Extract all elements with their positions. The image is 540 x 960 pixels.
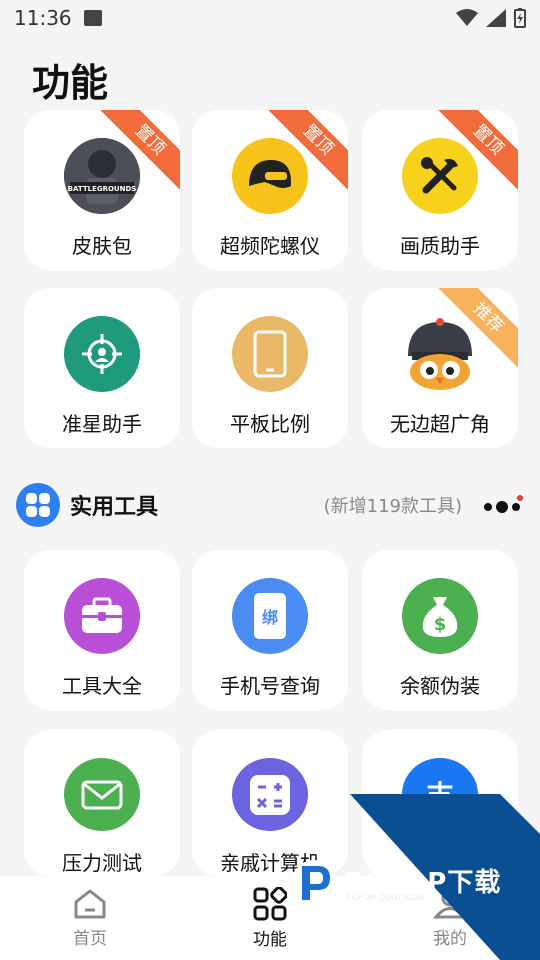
pcpop-logo-icon (292, 860, 336, 904)
tools-count: (新增119款工具) (323, 496, 462, 517)
tool-card-phone-lookup[interactable]: 绑 手机号查询 (192, 550, 348, 710)
svg-text:BATTLEGROUNDS: BATTLEGROUNDS (68, 185, 137, 193)
tool-label: 手机号查询 (220, 674, 320, 698)
feature-card-tablet-ratio[interactable]: 平板比例 (192, 288, 348, 448)
feature-label: 超频陀螺仪 (220, 234, 320, 258)
svg-text:绑: 绑 (262, 608, 278, 627)
feature-card-wide-angle[interactable]: 推荐 无边超广角 (362, 288, 518, 448)
bird-helmet-icon (402, 316, 478, 392)
battery-icon (514, 8, 526, 28)
feature-label: 画质助手 (400, 234, 480, 258)
feature-label: 皮肤包 (72, 234, 132, 258)
section-title: 实用工具 (70, 495, 159, 520)
wifi-icon (456, 9, 478, 26)
signal-icon (486, 9, 506, 27)
tablet-icon (232, 316, 308, 392)
watermark-sub: PCPOP Download (346, 893, 424, 903)
svg-text:$: $ (434, 614, 447, 635)
nav-label: 首页 (73, 928, 107, 949)
tools-icon (402, 138, 478, 214)
page-title: 功能 (32, 61, 109, 105)
toolbox-icon (64, 578, 140, 654)
status-time: 11:36 (14, 6, 72, 30)
status-bar: 11:36 (0, 0, 540, 36)
mail-icon (64, 758, 140, 831)
money-bag-icon: $ (402, 578, 478, 654)
tools-section-header: 实用工具 (新增119款工具) (16, 482, 526, 528)
status-icons (456, 8, 526, 28)
feature-label: 平板比例 (230, 412, 310, 436)
calculator-icon (232, 758, 308, 831)
tool-card-toolbox[interactable]: 工具大全 (24, 550, 180, 710)
tool-card-relative-calc[interactable]: 亲戚计算机 (192, 730, 348, 876)
feature-label: 准星助手 (62, 412, 142, 436)
tool-label: 余额伪装 (400, 674, 480, 698)
apps-icon (16, 483, 60, 527)
feature-card-crosshair[interactable]: 准星助手 (24, 288, 180, 448)
feature-card-graphics[interactable]: 置顶 画质助手 (362, 110, 518, 270)
more-icon[interactable] (480, 495, 526, 515)
tool-label: 压力测试 (62, 851, 142, 875)
nav-home[interactable]: 首页 (0, 876, 180, 960)
helmet-icon (232, 138, 308, 214)
nav-label: 功能 (253, 929, 287, 950)
tool-card-stress-test[interactable]: 压力测试 (24, 730, 180, 876)
feature-label: 无边超广角 (390, 412, 490, 436)
pubg-logo-icon: BATTLEGROUNDS (64, 138, 140, 214)
crosshair-icon (64, 316, 140, 392)
tool-label: 工具大全 (62, 674, 142, 698)
grid-icon (253, 886, 287, 920)
home-icon (74, 889, 106, 918)
tool-card-balance-fake[interactable]: $ 余额伪装 (362, 550, 518, 710)
image-notification-icon (83, 10, 102, 26)
feature-card-gyroscope[interactable]: 置顶 超频陀螺仪 (192, 110, 348, 270)
phone-bind-icon: 绑 (232, 578, 308, 654)
feature-card-skin-pack[interactable]: 置顶 BATTLEGROUNDS 皮肤包 (24, 110, 180, 270)
